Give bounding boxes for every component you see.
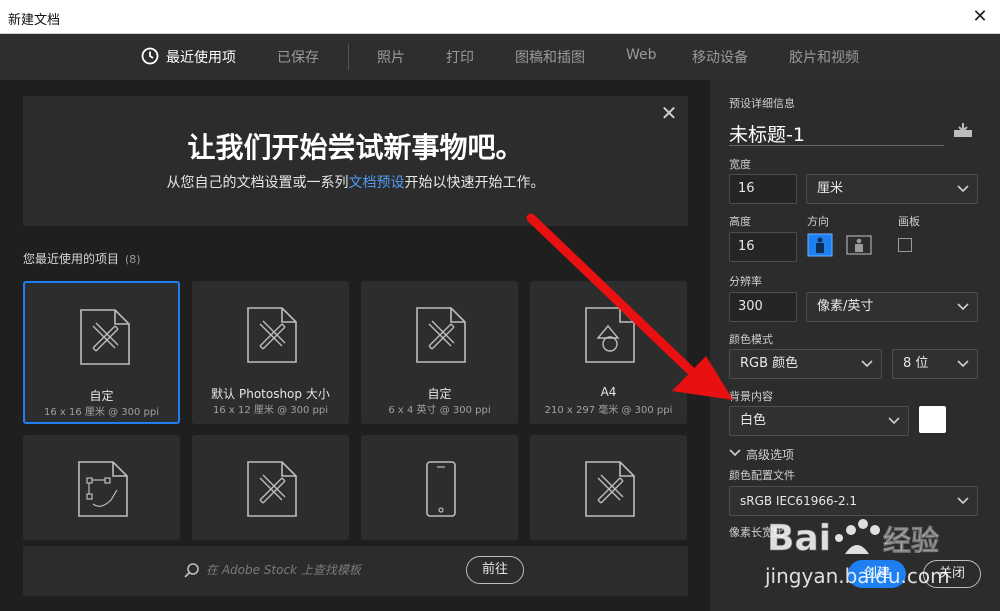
document-name-underline	[729, 145, 944, 146]
preset-card[interactable]: 自定 6 x 4 英寸 @ 300 ppi	[361, 281, 518, 424]
tab-recent[interactable]: 最近使用项	[166, 47, 236, 67]
search-icon	[184, 563, 199, 578]
height-label: 高度	[729, 215, 751, 228]
width-unit-value: 厘米	[817, 181, 844, 196]
color-mode-select[interactable]: RGB 颜色	[729, 349, 882, 379]
document-name-input[interactable]: 未标题-1	[729, 120, 805, 147]
preset-name: A4	[600, 385, 617, 399]
document-icon	[80, 309, 130, 365]
tab-web[interactable]: Web	[626, 47, 657, 63]
chevron-down-icon	[888, 417, 900, 425]
preset-card[interactable]	[23, 435, 180, 540]
preset-details-heading: 预设详细信息	[729, 97, 795, 110]
chevron-down-icon[interactable]	[729, 448, 741, 458]
document-icon	[585, 461, 635, 517]
illustration-icon	[78, 461, 128, 517]
chevron-down-icon	[957, 303, 969, 311]
save-preset-icon[interactable]	[953, 122, 973, 138]
tab-divider	[348, 44, 349, 70]
chevron-down-icon	[957, 185, 969, 193]
preset-card[interactable]	[530, 435, 687, 540]
print-document-icon	[585, 307, 635, 363]
color-profile-value: sRGB IEC61966-2.1	[740, 494, 858, 508]
preset-dimensions: 6 x 4 英寸 @ 300 ppi	[388, 405, 491, 416]
color-mode-value: RGB 颜色	[740, 356, 799, 371]
resolution-input[interactable]: 300	[729, 292, 797, 322]
preset-card[interactable]: 自定 16 x 16 厘米 @ 300 ppi	[23, 281, 180, 424]
preset-card[interactable]: 默认 Photoshop 大小 16 x 12 厘米 @ 300 ppi	[192, 281, 349, 424]
tab-mobile[interactable]: 移动设备	[692, 47, 748, 67]
window-close-button[interactable]: ✕	[960, 0, 1000, 34]
preset-dimensions: 16 x 16 厘米 @ 300 ppi	[44, 407, 159, 418]
clock-icon	[141, 47, 159, 65]
stock-search-input[interactable]: 在 Adobe Stock 上查找模板	[206, 561, 361, 578]
welcome-banner: 让我们开始尝试新事物吧。 从您自己的文档设置或一系列文档预设开始以快速开始工作。…	[23, 96, 688, 226]
resolution-unit-value: 像素/英寸	[817, 299, 874, 314]
color-profile-label: 颜色配置文件	[729, 469, 795, 482]
chevron-down-icon	[861, 360, 873, 368]
preset-name: 默认 Photoshop 大小	[211, 387, 330, 401]
welcome-sub-text-1: 从您自己的文档设置或一系列	[166, 175, 349, 191]
preset-name: 自定	[89, 389, 114, 403]
advanced-options-toggle[interactable]: 高级选项	[746, 446, 794, 463]
recent-items-heading: 您最近使用的项目 (8)	[23, 250, 141, 267]
orientation-label: 方向	[807, 215, 829, 228]
portrait-orientation-icon[interactable]	[807, 233, 833, 257]
document-icon	[416, 307, 466, 363]
height-input[interactable]: 16	[729, 232, 797, 262]
chevron-down-icon	[957, 360, 969, 368]
adobe-stock-bar: 在 Adobe Stock 上查找模板 前往	[23, 546, 688, 596]
baidu-logo: Bai 经验	[767, 518, 940, 560]
welcome-sub-text-2: 开始以快速开始工作。	[404, 175, 545, 191]
welcome-subtitle: 从您自己的文档设置或一系列文档预设开始以快速开始工作。	[23, 172, 688, 192]
tab-photo[interactable]: 照片	[377, 47, 405, 67]
baidu-watermark: Bai 经验 jingyan.baidu.com	[765, 508, 950, 603]
bit-depth-select[interactable]: 8 位	[892, 349, 978, 379]
svg-text:Bai: Bai	[767, 518, 831, 559]
window-titlebar: 新建文档 ✕	[0, 0, 1000, 34]
artboard-checkbox[interactable]	[898, 238, 912, 252]
width-label: 宽度	[729, 158, 751, 171]
preset-card[interactable]	[192, 435, 349, 540]
document-presets-link[interactable]: 文档预设	[349, 175, 405, 191]
svg-text:经验: 经验	[883, 524, 939, 557]
watermark-url: jingyan.baidu.com	[765, 564, 950, 588]
tab-saved[interactable]: 已保存	[277, 47, 319, 67]
color-mode-label: 颜色模式	[729, 333, 773, 346]
preset-card[interactable]	[361, 435, 518, 540]
tab-art-illustration[interactable]: 图稿和插图	[515, 47, 585, 67]
artboard-label: 画板	[898, 215, 920, 228]
banner-close-icon[interactable]: ✕	[658, 102, 680, 124]
recent-items-count: (8)	[125, 253, 141, 266]
stock-go-button[interactable]: 前往	[466, 556, 524, 584]
background-label: 背景内容	[729, 390, 773, 403]
resolution-unit-select[interactable]: 像素/英寸	[806, 292, 978, 322]
width-unit-select[interactable]: 厘米	[806, 174, 978, 204]
preset-dimensions: 210 x 297 毫米 @ 300 ppi	[544, 405, 673, 416]
tab-film-video[interactable]: 胶片和视频	[789, 47, 859, 67]
tab-print[interactable]: 打印	[446, 47, 474, 67]
mobile-device-icon	[426, 461, 456, 517]
preset-dimensions: 16 x 12 厘米 @ 300 ppi	[213, 405, 328, 416]
bit-depth-value: 8 位	[903, 356, 929, 371]
chevron-down-icon	[957, 497, 969, 505]
resolution-label: 分辨率	[729, 275, 762, 288]
document-icon	[247, 461, 297, 517]
width-input[interactable]: 16	[729, 174, 797, 204]
window-title: 新建文档	[8, 13, 61, 28]
document-icon	[247, 307, 297, 363]
landscape-orientation-icon[interactable]	[846, 233, 872, 257]
background-color-swatch[interactable]	[919, 406, 946, 433]
welcome-title: 让我们开始尝试新事物吧。	[187, 131, 524, 164]
preset-name: 自定	[427, 387, 452, 401]
background-select[interactable]: 白色	[729, 406, 909, 436]
recent-items-title: 您最近使用的项目	[23, 252, 120, 266]
background-value: 白色	[740, 413, 767, 428]
preset-card[interactable]: A4 210 x 297 毫米 @ 300 ppi	[530, 281, 687, 424]
